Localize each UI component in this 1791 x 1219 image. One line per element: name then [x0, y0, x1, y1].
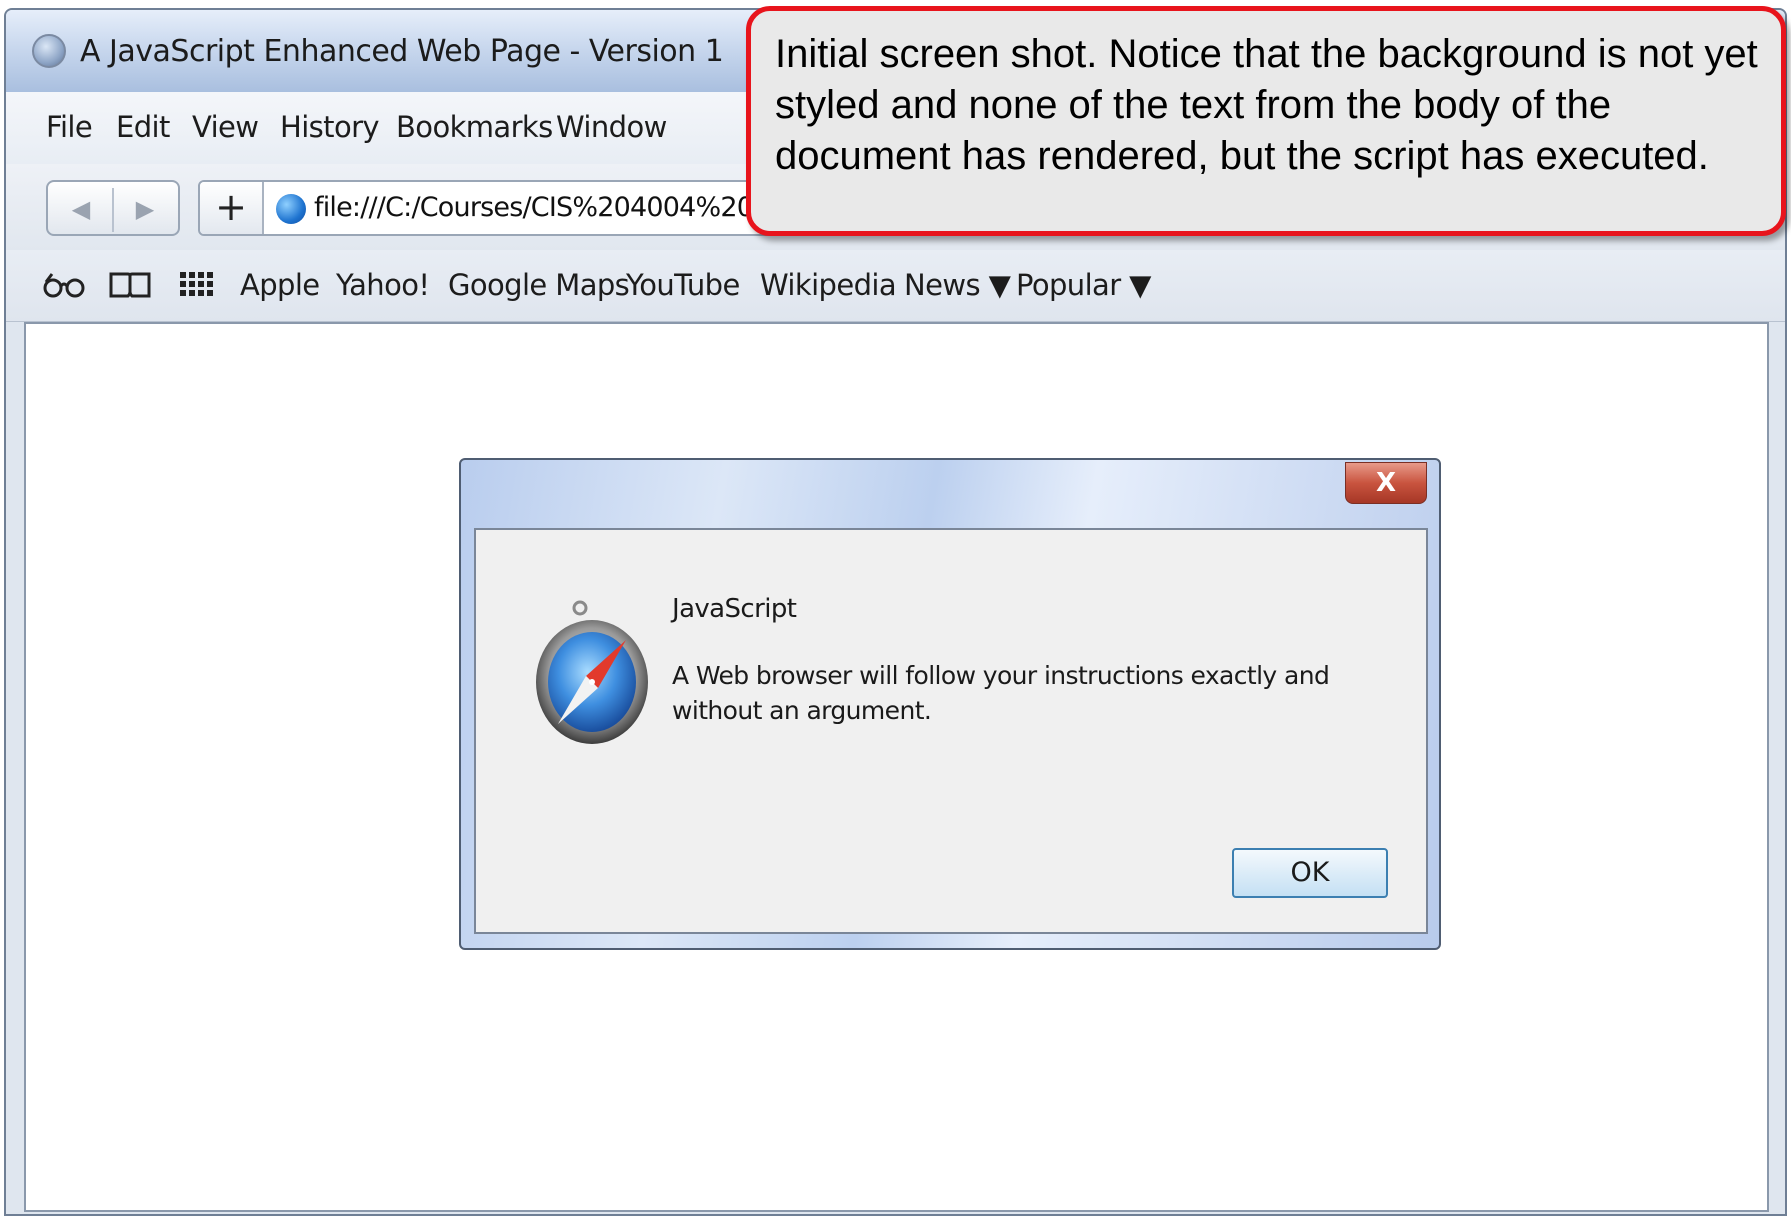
bookmark-yahoo[interactable]: Yahoo! — [336, 268, 430, 302]
bookmark-folder-news[interactable]: News ▼ — [904, 268, 1011, 302]
menu-history[interactable]: History — [280, 110, 380, 144]
menu-window[interactable]: Window — [556, 110, 667, 144]
ok-button[interactable]: OK — [1232, 848, 1388, 898]
menu-view[interactable]: View — [192, 110, 259, 144]
add-bookmark-button[interactable]: + — [200, 182, 264, 234]
reading-list-icon[interactable] — [42, 270, 86, 300]
annotation-callout: Initial screen shot. Notice that the bac… — [746, 6, 1786, 236]
bookmark-folder-popular[interactable]: Popular ▼ — [1016, 268, 1151, 302]
bookmarks-bar: Apple Yahoo! Google Maps YouTube Wikiped… — [6, 250, 1785, 322]
nav-divider — [112, 188, 114, 232]
window-title: A JavaScript Enhanced Web Page - Version… — [80, 34, 724, 69]
javascript-alert-dialog: X JavaScript A Web browser will follow y… — [459, 458, 1441, 950]
dialog-heading: JavaScript — [672, 594, 797, 624]
globe-icon — [276, 194, 306, 224]
dialog-body: JavaScript A Web browser will follow you… — [474, 528, 1428, 934]
dialog-message: A Web browser will follow your instructi… — [672, 661, 1330, 725]
forward-arrow-icon[interactable]: ▶ — [130, 194, 160, 224]
safari-compass-icon — [536, 600, 648, 744]
book-icon[interactable] — [108, 270, 152, 300]
grid-icon[interactable] — [178, 270, 218, 300]
menu-edit[interactable]: Edit — [116, 110, 170, 144]
menu-bookmarks[interactable]: Bookmarks — [396, 110, 553, 144]
callout-text: Initial screen shot. Notice that the bac… — [775, 32, 1758, 178]
bookmark-apple[interactable]: Apple — [240, 268, 320, 302]
address-bar[interactable]: + file:///C:/Courses/CIS%204004%20 — [198, 180, 818, 236]
bookmark-wikipedia[interactable]: Wikipedia — [760, 268, 897, 302]
url-field[interactable]: file:///C:/Courses/CIS%204004%20 — [314, 192, 754, 223]
browser-app-icon — [32, 34, 66, 68]
back-forward-group: ◀ ▶ — [46, 180, 180, 236]
menu-file[interactable]: File — [46, 110, 93, 144]
bookmark-google-maps[interactable]: Google Maps — [448, 268, 630, 302]
bookmark-youtube[interactable]: YouTube — [626, 268, 740, 302]
dialog-close-button[interactable]: X — [1345, 462, 1427, 504]
back-arrow-icon[interactable]: ◀ — [66, 194, 96, 224]
